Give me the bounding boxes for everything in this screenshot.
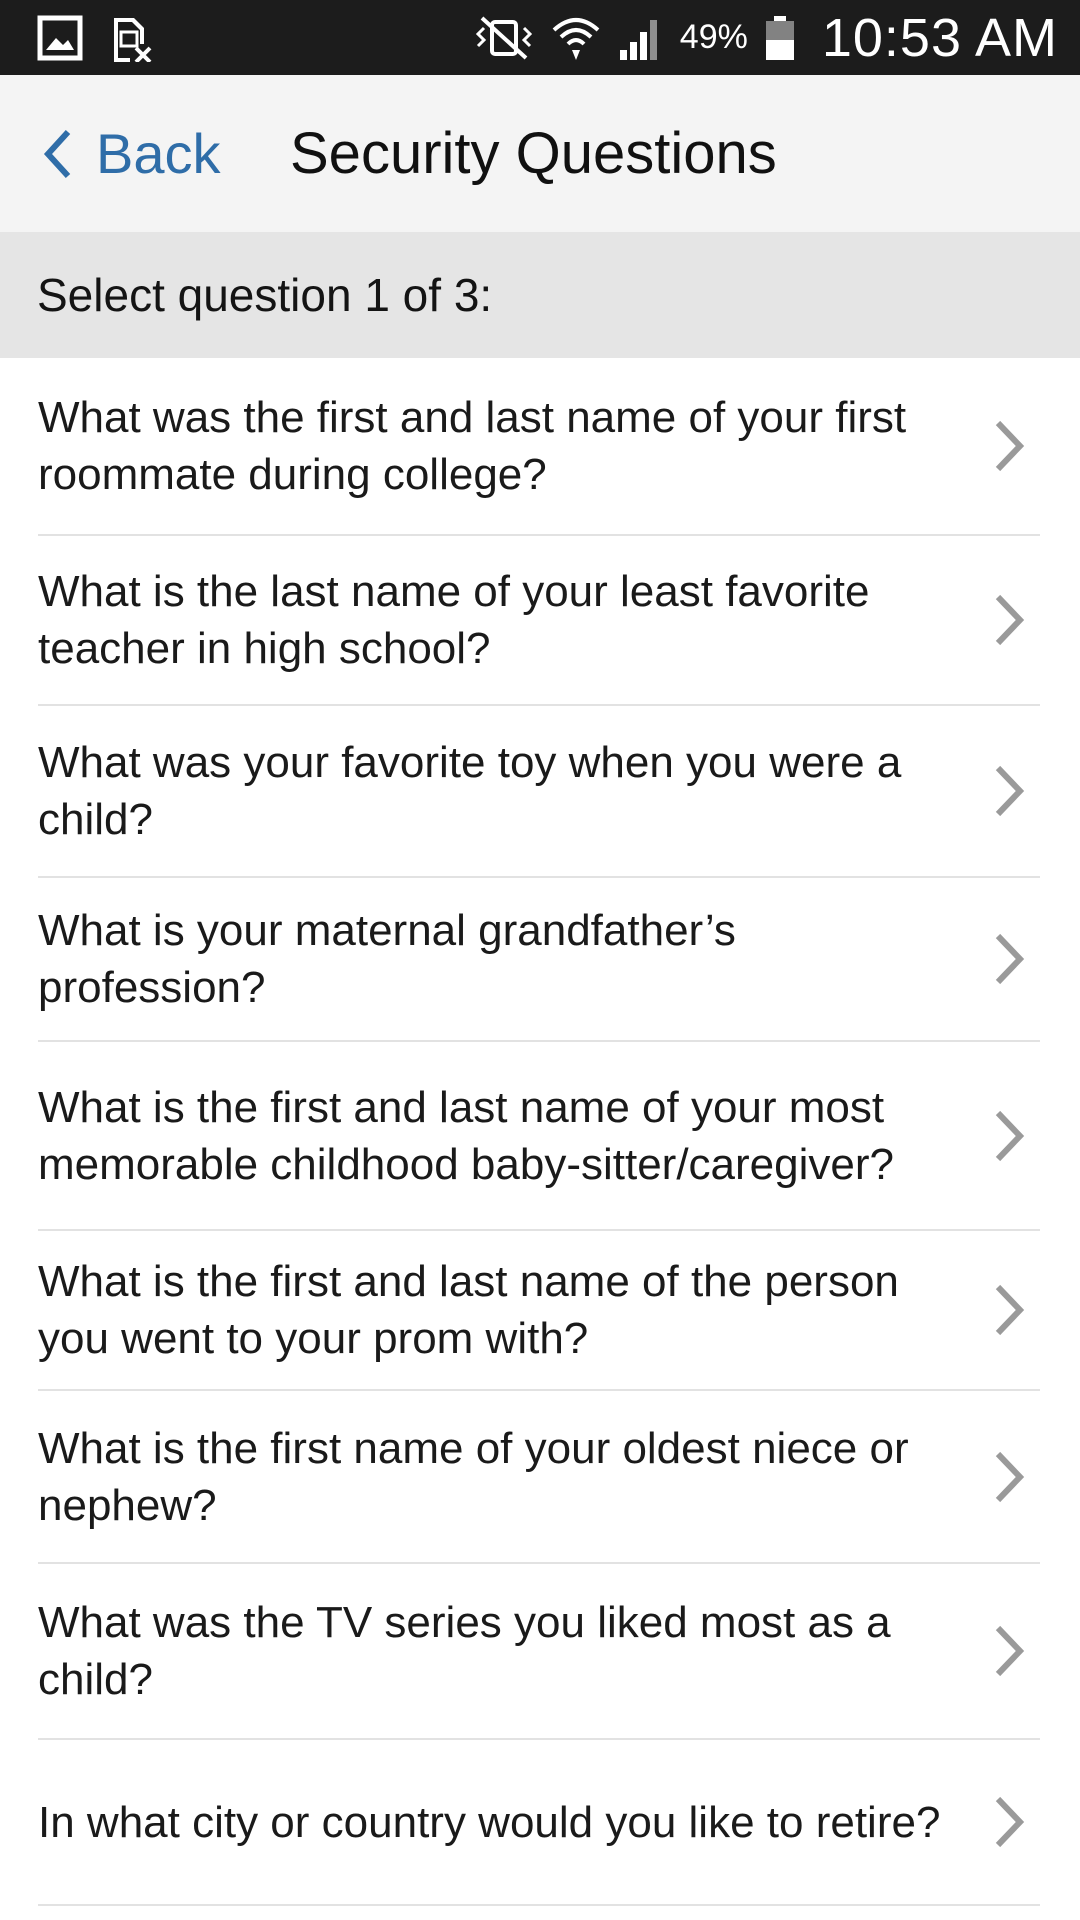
question-item-7[interactable]: What is the first name of your oldest ni… — [38, 1391, 1040, 1564]
question-text: What is the last name of your least favo… — [38, 567, 870, 673]
question-text: What is the first name of your oldest ni… — [38, 1423, 909, 1530]
vibrate-icon — [475, 16, 532, 59]
section-header: Select question 1 of 3: — [0, 232, 1080, 358]
gallery-icon — [37, 15, 83, 60]
chevron-right-icon — [995, 1451, 1025, 1502]
chevron-right-icon — [995, 1284, 1025, 1336]
chevron-right-icon — [995, 420, 1025, 472]
question-text: What was the TV series you liked most as… — [38, 1598, 891, 1704]
status-bar-left — [36, 14, 154, 62]
question-item-8[interactable]: What was the TV series you liked most as… — [38, 1564, 1040, 1740]
clock: 10:53 AM — [821, 7, 1058, 68]
back-label: Back — [96, 122, 221, 185]
question-item-3[interactable]: What was your favorite toy when you were… — [38, 706, 1040, 878]
chevron-right-icon — [995, 1110, 1025, 1161]
back-button[interactable]: Back — [0, 75, 221, 232]
question-item-1[interactable]: What was the first and last name of your… — [38, 358, 1040, 536]
question-list: What was the first and last name of your… — [0, 358, 1080, 1906]
page-title: Security Questions — [290, 121, 777, 186]
nav-bar: Back Security Questions — [0, 75, 1080, 232]
question-text: What is your maternal grandfather’s prof… — [38, 906, 736, 1012]
chevron-right-icon — [995, 1625, 1025, 1677]
question-item-6[interactable]: What is the first and last name of the p… — [38, 1231, 1040, 1391]
chevron-right-icon — [995, 765, 1025, 817]
question-text: What is the first and last name of the p… — [38, 1257, 899, 1363]
wifi-icon — [552, 17, 600, 60]
question-item-5[interactable]: What is the first and last name of your … — [38, 1042, 1040, 1231]
chevron-right-icon — [995, 933, 1025, 985]
question-text: What is the first and last name of your … — [38, 1082, 894, 1189]
status-bar-right: 49% 10:53 AM — [472, 7, 1058, 69]
question-item-9[interactable]: In what city or country would you like t… — [38, 1740, 1040, 1906]
chevron-left-icon — [43, 129, 71, 178]
chevron-right-icon — [995, 594, 1025, 646]
question-text: What was the first and last name of your… — [38, 393, 907, 499]
question-text: What was your favorite toy when you were… — [38, 738, 902, 844]
battery-icon — [765, 15, 794, 60]
chevron-right-icon — [995, 1796, 1025, 1848]
question-item-4[interactable]: What is your maternal grandfather’s prof… — [38, 878, 1040, 1042]
status-bar: 49% 10:53 AM — [0, 0, 1080, 75]
signal-icon — [619, 19, 657, 60]
no-sim-icon — [114, 17, 152, 62]
battery-percent: 49% — [679, 18, 748, 56]
question-item-2[interactable]: What is the last name of your least favo… — [38, 536, 1040, 706]
question-text: In what city or country would you like t… — [38, 1797, 941, 1847]
